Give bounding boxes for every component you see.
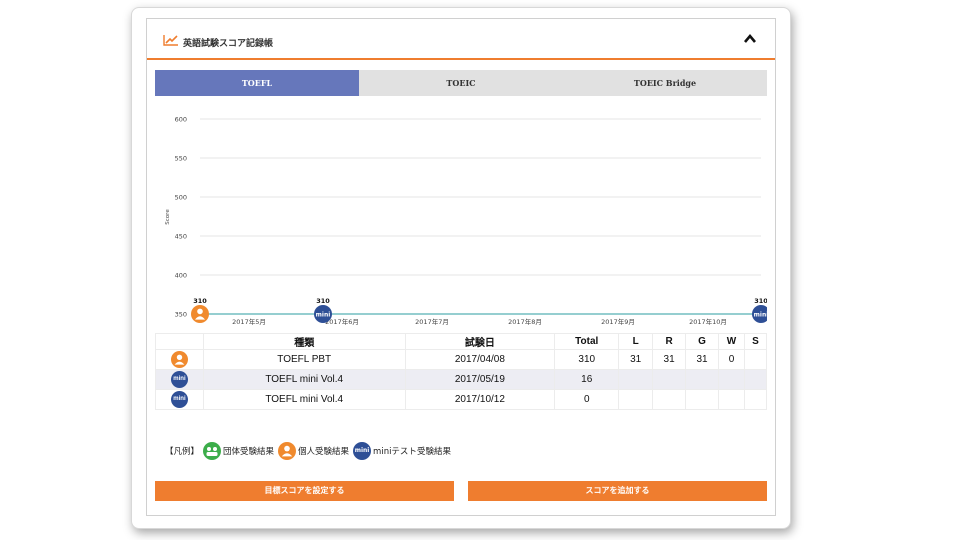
cell-type: TOEFL mini Vol.4 [202,369,406,390]
x-tick-label: 2017年10月 [689,317,727,326]
person-icon [278,442,297,460]
score-chart: 600550500450400350Score2017年5月 2017年6月 201… [165,116,767,326]
data-label: 310 [316,297,330,305]
legend-group: 団体受験結果 [223,447,275,457]
cell-date: 2017/10/12 [404,389,556,410]
cell-r [652,389,687,410]
group-icon [203,442,222,460]
cell-l [618,369,654,390]
table-header-row: 種類 試験日 Total L R G W S [155,333,768,350]
col-l: L [618,333,654,350]
person-icon [197,308,203,315]
mini-test-icon: mini [353,442,372,460]
cell-total: 16 [554,369,620,390]
tab-toefl[interactable]: TOEFL [155,70,359,96]
table-row[interactable]: mini TOEFL mini Vol.4 2017/10/12 0 [155,389,768,410]
cell-w: 0 [718,349,745,370]
set-target-score-button[interactable]: 目標スコアを設定する [155,481,454,501]
cell-total: 0 [554,389,620,410]
x-tick-label: 2017年8月 [508,317,542,326]
y-axis-label: Score [165,209,171,225]
col-icon [155,333,204,350]
x-tick-label: 2017年9月 [601,317,635,326]
exam-tabs: TOEFL TOEIC TOEIC Bridge [155,70,767,96]
cell-l [618,389,654,410]
col-date: 試験日 [404,333,556,350]
cell-date: 2017/05/19 [404,369,556,390]
trend-chart-icon [163,35,178,46]
cell-type: TOEFL PBT [202,349,406,370]
cell-g [685,369,719,390]
y-tick-label: 350 [175,311,187,319]
mini-test-icon: mini [754,311,767,318]
panel-header: 英語試験スコア記録帳 [147,19,775,60]
table-row[interactable]: TOEFL PBT 2017/04/08 310 31 31 31 0 [155,349,768,370]
x-tick-label: 2017年5月 [232,317,266,326]
y-tick-label: 400 [175,272,187,280]
x-tick-label: 2017年7月 [415,317,449,326]
cell-g: 31 [685,349,719,370]
col-w: W [718,333,745,350]
cell-g [685,389,719,410]
data-label: 310 [193,297,207,305]
y-tick-label: 550 [175,155,187,163]
cell-l: 31 [618,349,654,370]
mini-test-icon: mini [170,371,188,388]
cell-w [718,369,745,390]
cell-r [652,369,687,390]
tab-toeic[interactable]: TOEIC [359,70,563,96]
add-score-button[interactable]: スコアを追加する [468,481,767,501]
cell-s [743,389,768,410]
y-tick-label: 500 [175,194,187,202]
col-r: R [652,333,687,350]
person-icon [170,351,188,368]
cell-type: TOEFL mini Vol.4 [202,389,406,410]
mini-test-icon: mini [170,391,188,408]
col-s: S [743,333,768,350]
cell-total: 310 [554,349,620,370]
cell-date: 2017/04/08 [404,349,556,370]
chevron-up-icon[interactable] [743,32,757,46]
mini-test-icon: mini [316,311,331,318]
page-title: 英語試験スコア記録帳 [183,39,274,49]
cell-r: 31 [652,349,687,370]
table-row[interactable]: mini TOEFL mini Vol.4 2017/05/19 16 [155,369,768,390]
y-tick-label: 450 [175,233,187,241]
col-g: G [685,333,719,350]
tab-toeic-bridge[interactable]: TOEIC Bridge [563,70,767,96]
cell-w [718,389,745,410]
score-table: 種類 試験日 Total L R G W S TOEFL PBT 2017/04… [155,333,768,410]
data-label: 310 [754,297,767,305]
legend-mini: miniテスト受験結果 [373,447,451,457]
col-type: 種類 [202,333,406,350]
cell-s [743,369,768,390]
legend-label: 【凡例】 [165,447,200,457]
y-tick-label: 600 [175,116,187,124]
cell-s [743,349,768,370]
legend-person: 個人受験結果 [298,447,350,457]
col-total: Total [554,333,620,350]
legend: 【凡例】 団体受験結果 個人受験結果 mini miniテスト受験結果 [165,441,451,461]
